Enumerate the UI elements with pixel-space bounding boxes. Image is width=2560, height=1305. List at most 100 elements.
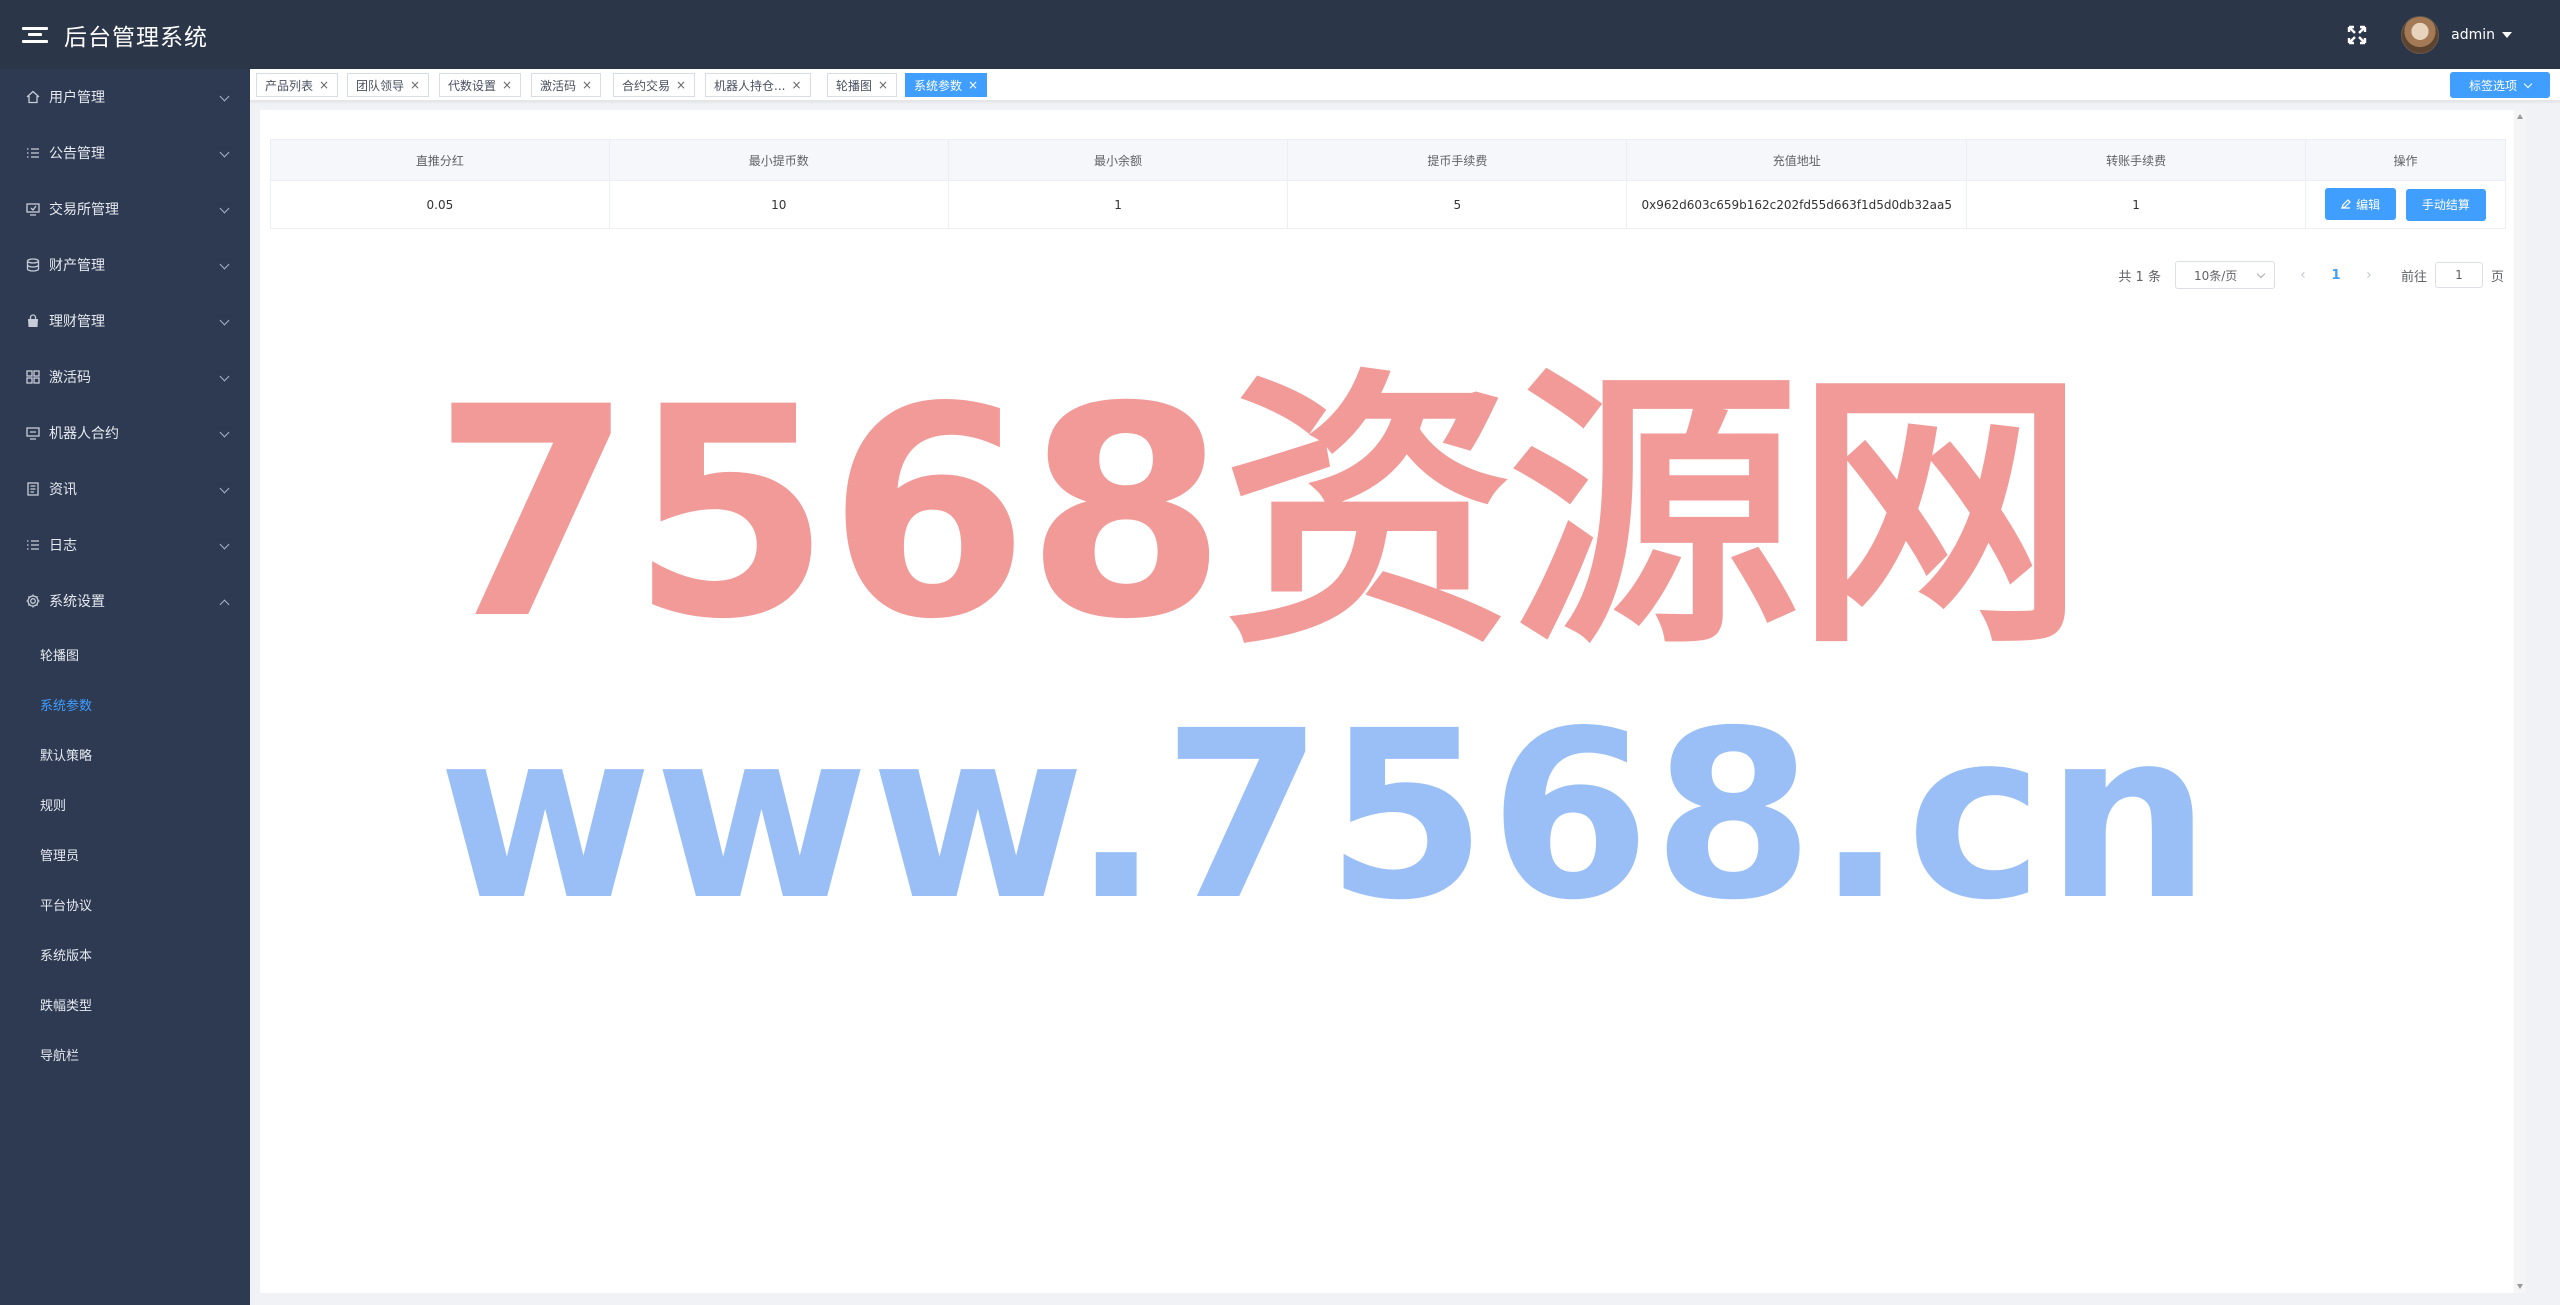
- tab-contract-trading[interactable]: 合约交易 ×: [613, 73, 696, 97]
- sidebar-item-news[interactable]: 资讯: [0, 461, 250, 517]
- close-icon[interactable]: ×: [582, 78, 592, 92]
- close-icon[interactable]: ×: [319, 78, 329, 92]
- tab-product-list[interactable]: 产品列表 ×: [256, 73, 339, 97]
- sidebar-item-label: 交易所管理: [49, 202, 119, 218]
- sidebar-item-announcement[interactable]: 公告管理: [0, 125, 250, 181]
- sidebar-item-user-management[interactable]: 用户管理: [0, 69, 250, 125]
- chevron-down-icon[interactable]: [2502, 31, 2512, 38]
- sidebar-item-label: 激活码: [49, 370, 91, 386]
- sidebar-subitem-default-strategy[interactable]: 默认策略: [0, 729, 250, 779]
- grid-icon: [25, 369, 41, 385]
- sidebar-subitem-navbar[interactable]: 导航栏: [0, 1029, 250, 1079]
- sidebar-item-label: 理财管理: [49, 314, 105, 330]
- sidebar-item-robot-contract[interactable]: 机器人合约: [0, 405, 250, 461]
- close-icon[interactable]: ×: [410, 78, 420, 92]
- table-header-row: 直推分红 最小提币数 最小余额 提币手续费 充值地址 转账手续费 操作: [270, 139, 2506, 181]
- page-size-value: 10条/页: [2193, 268, 2238, 283]
- table-row: 0.05 10 1 5 0x962d603c659b162c202fd55d66…: [270, 180, 2506, 229]
- username[interactable]: admin: [2451, 27, 2495, 43]
- manual-settle-button[interactable]: 手动结算: [2405, 188, 2486, 221]
- sidebar-item-assets[interactable]: 财产管理: [0, 237, 250, 293]
- cart-icon: [25, 201, 41, 217]
- tabs-bar: 产品列表 × 团队领导 × 代数设置 × 激活码 × 合约交易 × 机器人持仓... × 轮…: [250, 69, 2560, 101]
- tab-team-leader[interactable]: 团队领导 ×: [347, 73, 430, 97]
- page-size-select[interactable]: 10条/页: [2174, 261, 2275, 289]
- gear-icon: [25, 593, 41, 609]
- sidebar-subitem-system-params[interactable]: 系统参数: [0, 679, 250, 729]
- chevron-down-icon: [219, 315, 230, 326]
- sidebar-subitem-decline-type[interactable]: 跌幅类型: [0, 979, 250, 1029]
- tab-activation-code[interactable]: 激活码 ×: [531, 73, 602, 97]
- tab-system-params[interactable]: 系统参数 ×: [905, 73, 988, 97]
- sidebar-subitem-rules[interactable]: 规则: [0, 779, 250, 829]
- sidebar-subitem-banner[interactable]: 轮播图: [0, 629, 250, 679]
- tab-label: 团队领导: [356, 78, 405, 93]
- close-icon[interactable]: ×: [676, 78, 686, 92]
- tab-options-label: 标签选项: [2468, 78, 2517, 93]
- chevron-down-icon: [219, 91, 230, 102]
- sidebar-item-activation-code[interactable]: 激活码: [0, 349, 250, 405]
- chevron-down-icon: [2256, 269, 2266, 278]
- table-cell: 1: [1966, 180, 2307, 229]
- coins-icon: [25, 257, 41, 273]
- sidebar-subitem-system-version[interactable]: 系统版本: [0, 929, 250, 979]
- next-page-icon[interactable]: ›: [2355, 261, 2383, 289]
- top-header: 后台管理系统 admin: [0, 0, 2560, 69]
- column-header: 直推分红: [270, 139, 610, 181]
- scrollbar[interactable]: [2514, 110, 2526, 1293]
- column-header: 操作: [2305, 139, 2506, 181]
- table-cell: 5: [1287, 180, 1628, 229]
- table-cell: 0x962d603c659b162c202fd55d663f1d5d0db32a…: [1626, 180, 1968, 229]
- sidebar-subitem-platform-agreement[interactable]: 平台协议: [0, 879, 250, 929]
- edit-button[interactable]: 编辑: [2325, 188, 2397, 221]
- header-right: admin: [2339, 0, 2512, 69]
- chevron-down-icon: [219, 483, 230, 494]
- tab-label: 激活码: [540, 78, 577, 93]
- sidebar-item-label: 系统设置: [49, 594, 105, 610]
- sidebar-item-system-settings[interactable]: 系统设置: [0, 573, 250, 629]
- watermark-title: 7568资源网: [432, 346, 2085, 683]
- system-params-table: 直推分红 最小提币数 最小余额 提币手续费 充值地址 转账手续费 操作 0.05…: [270, 139, 2506, 229]
- prev-page-icon[interactable]: ‹: [2289, 261, 2317, 289]
- sidebar-item-label: 机器人合约: [49, 426, 119, 442]
- pagination: 共 1 条 10条/页 ‹ 1 › 前往 页: [2118, 261, 2504, 289]
- column-header: 转账手续费: [1966, 139, 2307, 181]
- fullscreen-icon[interactable]: [2339, 17, 2375, 53]
- page-suffix: 页: [2490, 269, 2504, 285]
- column-header: 最小提币数: [608, 139, 949, 181]
- table-cell: 10: [608, 180, 949, 229]
- tab-options-button[interactable]: 标签选项: [2450, 72, 2550, 98]
- close-icon[interactable]: ×: [878, 78, 888, 92]
- sidebar-item-finance[interactable]: 理财管理: [0, 293, 250, 349]
- sidebar-item-label: 用户管理: [49, 90, 105, 106]
- close-icon[interactable]: ×: [502, 78, 512, 92]
- chevron-down-icon: [2523, 79, 2533, 88]
- sidebar-subitem-admins[interactable]: 管理员: [0, 829, 250, 879]
- goto-page-input[interactable]: [2434, 262, 2483, 288]
- tab-label: 产品列表: [265, 78, 314, 93]
- tab-generation-settings[interactable]: 代数设置 ×: [439, 73, 522, 97]
- tab-banner[interactable]: 轮播图 ×: [827, 73, 898, 97]
- chevron-down-icon: [219, 539, 230, 550]
- menu-toggle-icon[interactable]: [22, 25, 48, 45]
- edit-icon: [2341, 199, 2351, 210]
- page-number[interactable]: 1: [2317, 268, 2355, 283]
- table-cell: 0.05: [270, 180, 610, 229]
- chevron-up-icon: [219, 599, 230, 610]
- chevron-down-icon: [219, 147, 230, 158]
- close-icon[interactable]: ×: [791, 78, 801, 92]
- edit-label: 编辑: [2356, 197, 2381, 212]
- sidebar-item-label: 公告管理: [49, 146, 105, 162]
- tab-label: 轮播图: [836, 78, 873, 93]
- app-title: 后台管理系统: [64, 24, 208, 51]
- avatar[interactable]: [2401, 15, 2440, 54]
- sidebar-item-logs[interactable]: 日志: [0, 517, 250, 573]
- tab-label: 系统参数: [914, 78, 963, 93]
- sidebar-item-label: 财产管理: [49, 258, 105, 274]
- tab-robot-positions[interactable]: 机器人持仓... ×: [705, 73, 811, 97]
- sidebar-item-exchange[interactable]: 交易所管理: [0, 181, 250, 237]
- chevron-down-icon: [219, 427, 230, 438]
- list-icon: [25, 537, 41, 553]
- close-icon[interactable]: ×: [968, 78, 978, 92]
- sidebar: 用户管理 公告管理 交易所管理 财产管理 理财管理 激活码 机器人合约 资讯 日: [0, 69, 250, 1305]
